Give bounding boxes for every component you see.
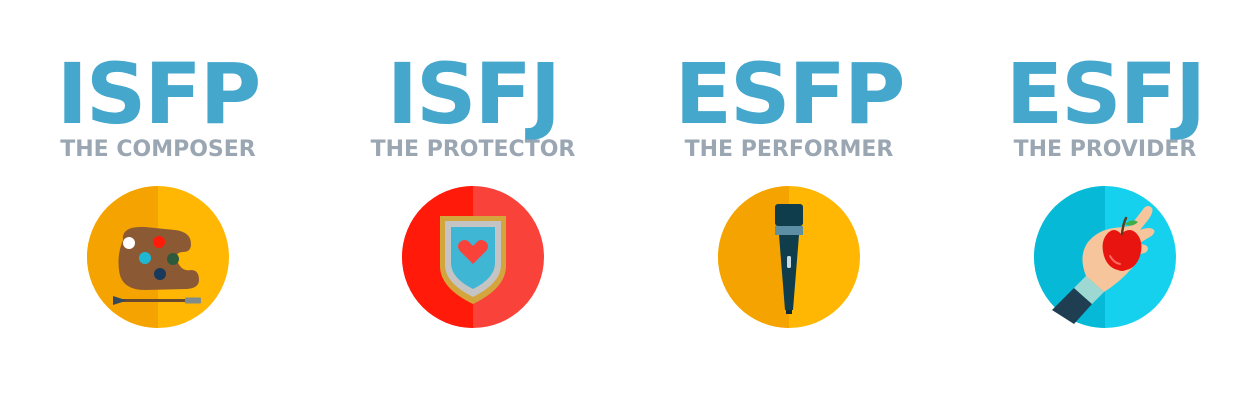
type-code: ISFJ [386, 45, 561, 143]
type-card-isfj: ISFJ THE PROTECTOR [353, 48, 593, 338]
type-nickname: THE COMPOSER [60, 137, 256, 162]
type-card-esfj: ESFJ THE PROVIDER [985, 48, 1225, 338]
heart-shield-icon [402, 186, 544, 328]
hand-apple-icon [1034, 186, 1176, 328]
type-nickname: THE PERFORMER [684, 137, 894, 162]
paint-palette-icon [87, 186, 229, 328]
microphone-icon [718, 186, 860, 328]
type-card-isfp: ISFP THE COMPOSER [38, 48, 278, 338]
type-nickname: THE PROTECTOR [370, 137, 576, 162]
type-code: ESFJ [1005, 45, 1207, 143]
type-nickname: THE PROVIDER [1013, 137, 1197, 162]
type-card-esfp: ESFP THE PERFORMER [669, 48, 909, 338]
personality-types-row: ISFP THE COMPOSER ISFJ THE PROTECTOR ESF… [0, 0, 1260, 400]
type-code: ISFP [56, 45, 262, 143]
type-code: ESFP [674, 45, 906, 143]
